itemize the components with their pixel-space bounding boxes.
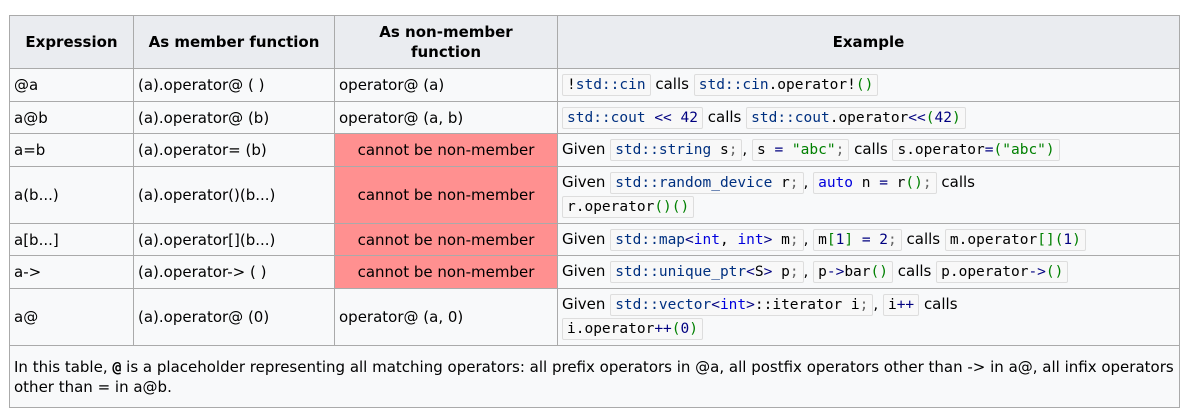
header-row: Expression As member function As non-mem… [9,15,1180,69]
code-snippet: !std::cin [562,74,651,96]
member-cell: (a).operator()(b...) [133,166,335,224]
calls-text: calls [854,140,888,158]
expression-cell: a-> [9,255,134,289]
calls-text: calls [906,229,941,248]
code-snippet: std::string s; [610,139,743,161]
code-snippet: p.operator->() [936,261,1069,283]
expression-cell: a@b [9,101,134,134]
header-non-member-function: As non-member function [334,15,558,69]
header-expression: Expression [9,15,134,69]
cannot-be-nonmember-cell: cannot be non-member [334,223,558,256]
nonmember-cell: operator@ (a) [334,68,558,102]
code-snippet: std::cin.operator!() [693,74,879,96]
member-cell: (a).operator-> ( ) [133,255,335,289]
cannot-be-nonmember-cell: cannot be non-member [334,133,558,167]
header-member-function: As member function [133,15,335,69]
table-row: a@b (a).operator@ (b) operator@ (a, b) s… [9,101,1180,134]
example-cell: Given std::string s;, s = "abc"; calls s… [557,133,1180,167]
table-row: a(b...) (a).operator()(b...) cannot be n… [9,166,1180,224]
example-cell: Given std::vector<int>::iterator i;, i++… [557,288,1180,346]
code-snippet: std::unique_ptr<S> p; [610,261,804,283]
code-snippet: auto n = r(); [813,172,937,194]
code-snippet: p->bar() [813,261,893,283]
member-cell: (a).operator= (b) [133,133,335,167]
expression-cell: a@ [9,288,134,346]
table-row: a@ (a).operator@ (0) operator@ (a, 0) Gi… [9,288,1180,346]
cannot-be-nonmember-cell: cannot be non-member [334,166,558,224]
example-cell: Given std::map<int, int> m;, m[1] = 2; c… [557,223,1180,256]
expression-cell: a[b...] [9,223,134,256]
given-text: Given [562,229,606,248]
operators-table: Expression As member function As non-mem… [9,15,1180,408]
member-cell: (a).operator[](b...) [133,223,335,256]
example-cell: std::cout << 42 calls std::cout.operator… [557,101,1180,134]
expression-cell: @a [9,68,134,102]
table-note: In this table, @ is a placeholder repres… [9,345,1180,408]
example-cell: Given std::random_device r;, auto n = r(… [557,166,1180,224]
member-cell: (a).operator@ (b) [133,101,335,134]
code-snippet: m[1] = 2; [813,228,902,251]
member-cell: (a).operator@ ( ) [133,68,335,102]
table-row: a[b...] (a).operator[](b...) cannot be n… [9,223,1180,256]
calls-text: calls [655,75,689,93]
member-cell: (a).operator@ (0) [133,288,335,346]
given-text: Given [562,295,606,313]
code-snippet: i++ [882,294,920,316]
nonmember-cell: operator@ (a, b) [334,101,558,134]
table-row: a-> (a).operator-> ( ) cannot be non-mem… [9,255,1180,289]
expression-cell: a(b...) [9,166,134,224]
header-example: Example [557,15,1180,69]
calls-text: calls [923,295,958,313]
calls-text: calls [941,173,975,191]
given-text: Given [562,140,606,158]
code-snippet: r.operator()() [562,196,695,218]
nonmember-cell: operator@ (a, 0) [334,288,558,346]
code-snippet: std::vector<int>::iterator i; [610,294,874,316]
code-snippet: i.operator++(0) [562,318,703,340]
code-snippet: m.operator[](1) [944,228,1086,251]
expression-cell: a=b [9,133,134,167]
example-cell: Given std::unique_ptr<S> p;, p->bar() ca… [557,255,1180,289]
note-row: In this table, @ is a placeholder repres… [9,345,1180,408]
given-text: Given [562,262,606,280]
code-snippet: std::cout << 42 [562,106,703,129]
code-snippet: s = "abc"; [751,139,850,161]
example-cell: !std::cin calls std::cin.operator!() [557,68,1180,102]
table-row: @a (a).operator@ ( ) operator@ (a) !std:… [9,68,1180,102]
code-snippet: s.operator=("abc") [892,139,1060,161]
cannot-be-nonmember-cell: cannot be non-member [334,255,558,289]
code-snippet: std::map<int, int> m; [610,228,804,251]
given-text: Given [562,173,606,191]
calls-text: calls [897,262,932,280]
table-row: a=b (a).operator= (b) cannot be non-memb… [9,133,1180,167]
code-snippet: std::cout.operator<<(42) [746,106,966,129]
code-snippet: std::random_device r; [610,172,804,194]
calls-text: calls [707,107,742,126]
